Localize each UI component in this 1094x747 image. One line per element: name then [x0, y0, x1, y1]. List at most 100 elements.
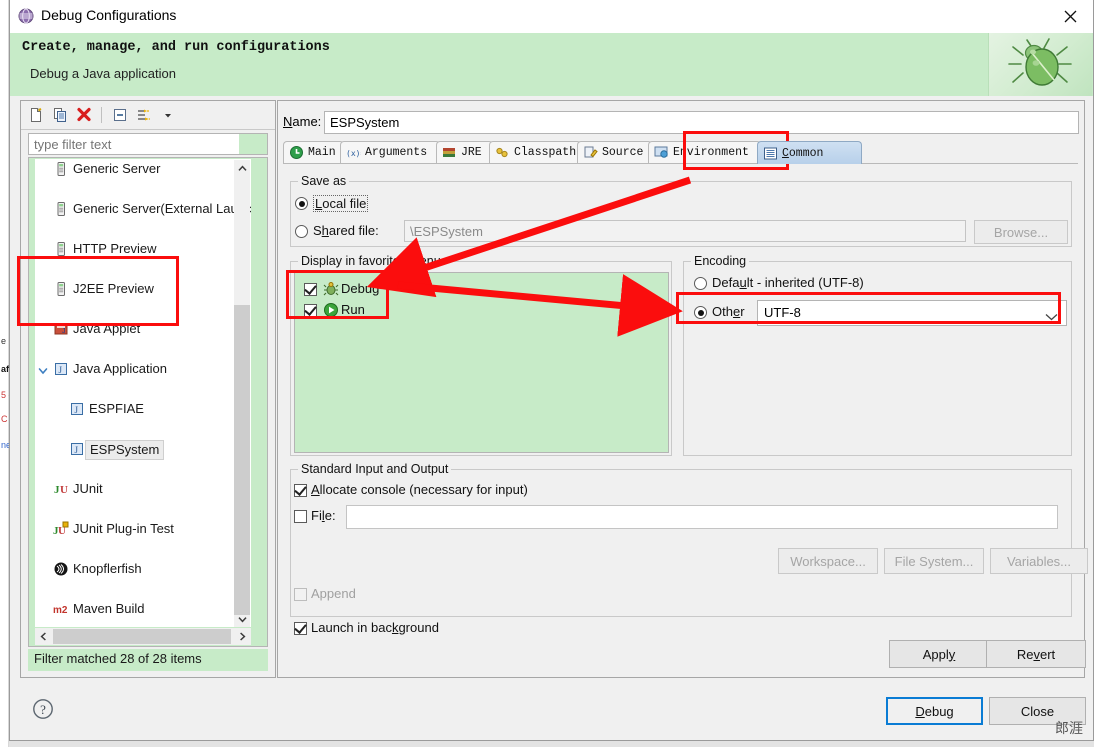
apply-button[interactable]: Apply: [889, 640, 989, 668]
svg-text:J: J: [59, 365, 63, 375]
tree-list[interactable]: Generic Server Generic Server(External L…: [35, 159, 251, 627]
source-tab-icon: [583, 145, 598, 160]
tab-jre[interactable]: JRE: [436, 141, 493, 163]
configuration-name-input[interactable]: ESPSystem: [324, 111, 1079, 134]
help-question-icon[interactable]: ?: [32, 698, 54, 720]
filter-status-label: Filter matched 28 of 28 items: [34, 651, 202, 666]
tab-label: Main: [308, 146, 336, 159]
encoding-default-label: Default - inherited (UTF-8): [712, 275, 864, 290]
svg-text:J: J: [75, 405, 79, 415]
encoding-other-radio[interactable]: [694, 306, 707, 319]
sidebar-item-espfiae[interactable]: J ESPFIAE: [35, 399, 251, 419]
list-item[interactable]: Knopflerfish: [35, 559, 251, 579]
list-item[interactable]: JU JUnit Plug-in Test: [35, 519, 251, 539]
dialog-shadow: [9, 741, 1094, 747]
scroll-up-icon[interactable]: [234, 160, 250, 177]
encoding-default-radio[interactable]: [694, 277, 707, 290]
tab-environment[interactable]: Environment: [648, 141, 761, 163]
junit-icon: JU: [53, 481, 69, 497]
scrollbar-thumb[interactable]: [53, 629, 231, 644]
browse-button[interactable]: Browse...: [974, 220, 1068, 244]
file-label: File:: [311, 508, 336, 523]
search-input[interactable]: type filter text: [28, 133, 268, 155]
allocate-console-checkbox[interactable]: [294, 484, 307, 497]
tab-source[interactable]: Source: [577, 141, 652, 163]
sidebar-item-java-application[interactable]: J Java Application: [35, 359, 251, 379]
scroll-right-icon[interactable]: [234, 628, 251, 645]
tab-arguments[interactable]: (x)= Arguments: [340, 141, 440, 163]
scrollbar-thumb[interactable]: [234, 305, 250, 615]
scroll-left-icon[interactable]: [35, 628, 52, 645]
list-item[interactable]: JU JUnit: [35, 479, 251, 499]
sidebar-item-espsystem[interactable]: J ESPSystem: [35, 439, 251, 460]
launch-configuration-types-panel: type filter text Generic Server Generic …: [20, 100, 276, 678]
main-tab-icon: [289, 145, 304, 160]
browse-button-label: Browse...: [993, 224, 1049, 240]
revert-button[interactable]: Revert: [986, 640, 1086, 668]
launch-types-tree[interactable]: Generic Server Generic Server(External L…: [28, 157, 268, 647]
workspace-button[interactable]: Workspace...: [778, 548, 878, 574]
tree-horizontal-scrollbar[interactable]: [35, 628, 251, 645]
list-item[interactable]: J Java Applet: [35, 319, 251, 339]
file-system-button[interactable]: File System...: [884, 548, 984, 574]
debug-bug-icon: [323, 281, 339, 297]
svg-text:U: U: [60, 484, 68, 496]
append-checkbox[interactable]: [294, 588, 307, 601]
tab-underline: [283, 163, 1078, 164]
watermark: 郎涯: [1055, 720, 1083, 736]
scroll-down-icon[interactable]: [234, 611, 250, 627]
standard-io-group: Standard Input and Output Allocate conso…: [290, 462, 1088, 617]
arguments-tab-icon: (x)=: [346, 145, 365, 160]
list-item[interactable]: Generic Server: [35, 159, 251, 179]
save-as-group-title: Save as: [298, 174, 350, 188]
tab-classpath[interactable]: Classpath: [489, 141, 581, 163]
tab-main[interactable]: Main: [283, 141, 344, 163]
copy-icon[interactable]: [49, 105, 71, 125]
new-document-icon[interactable]: [25, 105, 47, 125]
favorites-debug-checkbox[interactable]: [304, 283, 317, 296]
favorites-run-checkbox[interactable]: [304, 304, 317, 317]
chevron-down-icon[interactable]: [157, 105, 179, 125]
tree-expand-arrow-icon[interactable]: [37, 363, 49, 375]
list-item[interactable]: HTTP Preview: [35, 239, 251, 259]
tab-label: JRE: [461, 146, 482, 159]
filter-clear-area[interactable]: [239, 134, 267, 154]
red-x-icon[interactable]: [73, 105, 95, 125]
configuration-tabs: Main (x)= Arguments JRE Classpath Source: [283, 141, 1078, 164]
encoding-combo[interactable]: UTF-8: [757, 300, 1067, 326]
shared-file-input[interactable]: \ESPSystem: [404, 220, 966, 242]
svg-text:?: ?: [40, 702, 46, 717]
file-checkbox[interactable]: [294, 510, 307, 523]
list-item-label: ESPFIAE: [89, 401, 144, 416]
favorites-list[interactable]: Debug Run: [294, 272, 669, 453]
svg-text:(x)=: (x)=: [346, 149, 361, 158]
server-icon: [53, 201, 69, 217]
filter-icon[interactable]: [133, 105, 155, 125]
standard-io-group-title: Standard Input and Output: [298, 462, 452, 476]
launch-in-background-label: Launch in background: [311, 620, 439, 635]
list-item[interactable]: Generic Server(External Launch): [35, 199, 251, 219]
local-file-label: Local file: [313, 195, 369, 212]
shared-file-radio[interactable]: [295, 225, 308, 238]
list-item-label: Java Applet: [73, 321, 141, 336]
variables-button[interactable]: Variables...: [990, 548, 1088, 574]
configuration-editor-panel: Name: ESPSystem Main (x)= Arguments JRE: [277, 100, 1088, 678]
favorites-run-label: Run: [341, 302, 365, 317]
local-file-radio[interactable]: [295, 197, 308, 210]
list-item[interactable]: m2 Maven Build: [35, 599, 251, 619]
tree-vertical-scrollbar[interactable]: [234, 160, 250, 627]
launch-in-background-checkbox[interactable]: [294, 622, 307, 635]
list-item[interactable]: J2EE Preview: [35, 279, 251, 299]
close-button-label: Close: [1020, 703, 1055, 719]
debug-button[interactable]: Debug: [886, 697, 983, 725]
maven-icon: m2: [53, 601, 69, 617]
file-input[interactable]: [346, 505, 1058, 529]
shared-file-value: \ESPSystem: [410, 224, 483, 239]
run-play-icon: [323, 302, 339, 318]
filter-status: Filter matched 28 of 28 items: [28, 649, 268, 671]
close-icon[interactable]: [1047, 0, 1093, 32]
chevron-down-icon[interactable]: [1045, 309, 1058, 324]
tab-common[interactable]: Common: [757, 141, 862, 164]
collapse-all-icon[interactable]: [109, 105, 131, 125]
list-item-label: Maven Build: [73, 601, 145, 616]
